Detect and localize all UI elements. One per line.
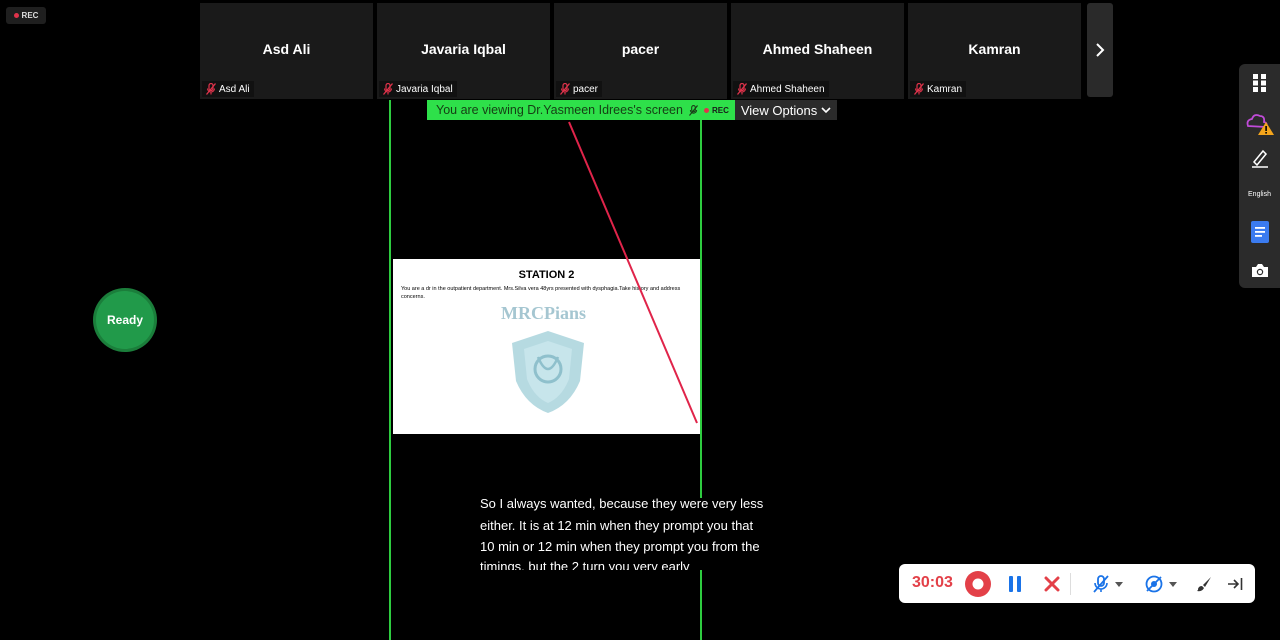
viewing-indicator: You are viewing Dr.Yasmeen Idrees's scre… — [427, 100, 735, 120]
view-options-label: View Options — [740, 102, 818, 118]
weather-button[interactable] — [1239, 108, 1280, 136]
ready-button[interactable]: Ready — [93, 288, 157, 352]
recording-controls: 30:03 — [899, 564, 1255, 603]
recording-dot-icon — [13, 13, 19, 18]
view-options-button[interactable]: View Options — [734, 100, 838, 120]
participant-name: Asd Ali — [262, 41, 311, 57]
caption-line: either. It is at 12 min when they prompt… — [480, 518, 754, 533]
record-icon — [965, 571, 991, 597]
language-selector[interactable]: English — [1239, 188, 1280, 200]
notes-icon — [1250, 221, 1269, 243]
participant-name: Ahmed Shaheen — [762, 41, 873, 57]
participant-tag-name: pacer — [573, 83, 599, 95]
mic-muted-icon — [560, 83, 570, 95]
participant-tag-name: Javaria Iqbal — [396, 83, 453, 95]
controls-divider — [1070, 573, 1071, 595]
participant-tile[interactable]: Kamran Kamran — [908, 3, 1081, 99]
mic-muted-icon — [206, 83, 216, 95]
annotation-line — [568, 121, 698, 424]
camera-toggle[interactable] — [1141, 571, 1181, 597]
collapse-controls-button[interactable] — [1223, 571, 1247, 597]
notes-button[interactable] — [1239, 220, 1280, 244]
chevron-right-icon — [1096, 43, 1105, 57]
mic-muted-icon — [688, 104, 698, 116]
participant-tag: pacer — [556, 81, 603, 97]
caption-line: So I always wanted, because they were ve… — [480, 498, 764, 511]
participant-name: Kamran — [968, 41, 1021, 57]
pause-icon — [1009, 576, 1021, 592]
caption-line: timings, but the 2 turn you very early — [480, 559, 690, 570]
apps-grid-icon — [1252, 74, 1266, 92]
brush-icon — [1197, 577, 1211, 592]
next-participants-button[interactable] — [1087, 3, 1113, 97]
participant-name: pacer — [621, 41, 660, 57]
participant-tag-name: Asd Ali — [219, 83, 250, 95]
recording-badge: REC — [6, 7, 46, 24]
arrow-collapse-right-icon — [1228, 578, 1243, 590]
live-captions: So I always wanted, because they were ve… — [468, 498, 805, 570]
participant-tag-name: Kamran — [927, 83, 963, 95]
record-button[interactable] — [964, 571, 992, 597]
weather-warning-icon — [1246, 114, 1274, 135]
mic-muted-icon — [383, 83, 393, 95]
screenshot-button[interactable] — [1239, 260, 1280, 280]
pause-button[interactable] — [1003, 571, 1027, 597]
participant-tile[interactable]: Asd Ali Asd Ali — [200, 3, 373, 99]
participant-tag: Asd Ali — [202, 81, 254, 97]
viewing-text: You are viewing Dr.Yasmeen Idrees's scre… — [436, 103, 683, 117]
recording-timer: 30:03 — [912, 574, 953, 591]
recording-dot-icon — [703, 107, 709, 113]
annotate-button[interactable] — [1239, 146, 1280, 170]
stop-button[interactable] — [1040, 571, 1064, 597]
mic-muted-icon — [737, 83, 747, 95]
mic-muted-icon — [1093, 575, 1109, 593]
participant-strip: Asd Ali Asd Ali Javaria Iqbal Javaria Iq… — [200, 3, 1081, 99]
apps-button[interactable] — [1239, 72, 1280, 94]
chevron-down-icon — [1169, 581, 1177, 587]
participant-tag: Kamran — [910, 81, 967, 97]
annotate-button[interactable] — [1192, 571, 1216, 597]
participant-tile[interactable]: Ahmed Shaheen Ahmed Shaheen — [731, 3, 904, 99]
annotate-pen-icon — [1251, 149, 1268, 168]
microphone-toggle[interactable] — [1088, 571, 1128, 597]
side-toolbar: English — [1239, 64, 1280, 288]
share-rec-label: REC — [711, 105, 729, 115]
ready-button-label: Ready — [96, 291, 154, 349]
camera-icon — [1251, 263, 1268, 277]
recording-label: REC — [21, 11, 39, 20]
participant-tag: Javaria Iqbal — [379, 81, 457, 97]
screen-share-banner: You are viewing Dr.Yasmeen Idrees's scre… — [427, 100, 838, 120]
participant-tag-name: Ahmed Shaheen — [750, 83, 825, 95]
mic-muted-icon — [914, 83, 924, 95]
participant-tile[interactable]: pacer pacer — [554, 3, 727, 99]
camera-off-icon — [1145, 575, 1163, 593]
participant-name: Javaria Iqbal — [421, 41, 506, 57]
share-recording-indicator: REC — [703, 105, 729, 115]
caption-line: 10 min or 12 min when they prompt you fr… — [480, 539, 760, 554]
participant-tile[interactable]: Javaria Iqbal Javaria Iqbal — [377, 3, 550, 99]
close-icon — [1044, 576, 1060, 592]
participant-tag: Ahmed Shaheen — [733, 81, 829, 97]
chevron-down-icon — [821, 106, 831, 113]
chevron-down-icon — [1115, 581, 1123, 587]
